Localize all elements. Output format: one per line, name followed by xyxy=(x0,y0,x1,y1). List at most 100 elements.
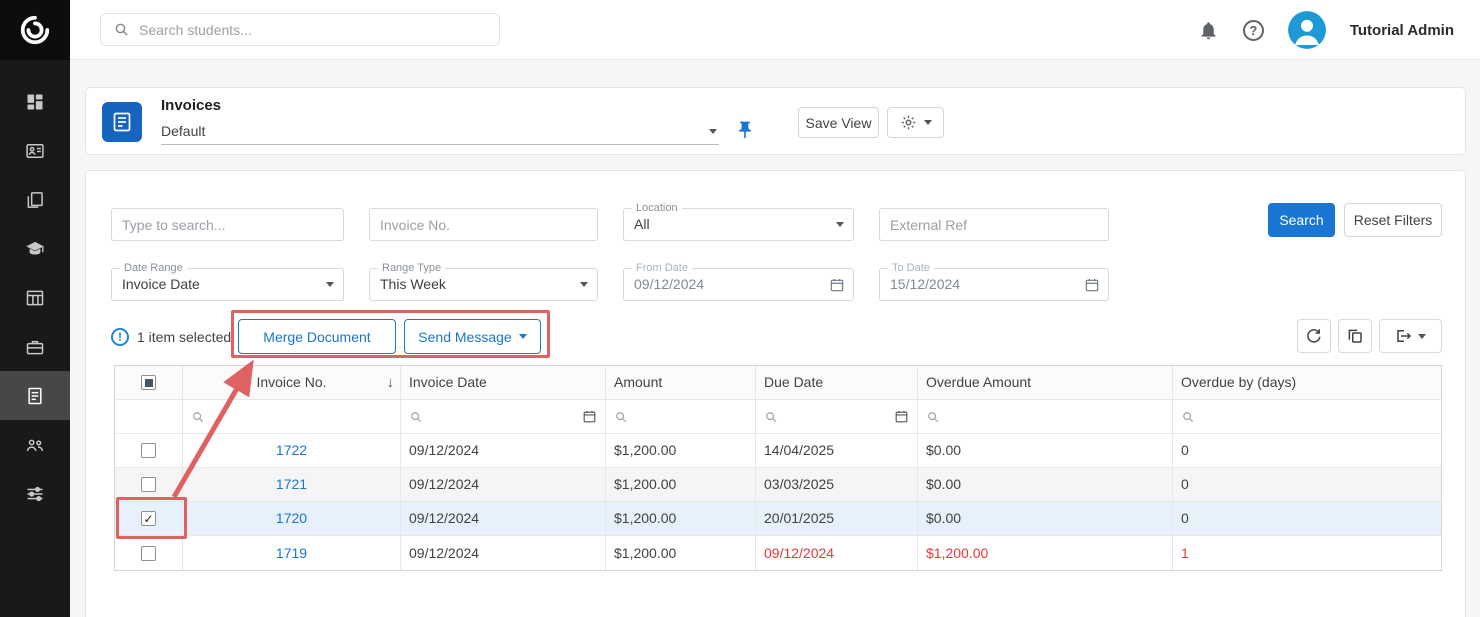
pin-view-button[interactable] xyxy=(731,116,759,144)
from-date-label: From Date xyxy=(632,262,692,274)
cell-overdue-days: 0 xyxy=(1173,468,1441,502)
copy-button[interactable] xyxy=(1338,319,1372,353)
sidebar-item-services[interactable] xyxy=(0,322,70,371)
sidebar-item-reports[interactable] xyxy=(0,273,70,322)
refresh-icon xyxy=(1305,327,1323,345)
row-checkbox-checked[interactable] xyxy=(141,511,156,526)
location-label: Location xyxy=(632,202,682,214)
app-logo[interactable] xyxy=(0,0,70,60)
table-row: 1722 09/12/2024 $1,200.00 14/04/2025 $0.… xyxy=(115,434,1441,468)
from-date-field[interactable]: From Date 09/12/2024 xyxy=(623,268,854,301)
cell-due-date: 03/03/2025 xyxy=(756,468,918,502)
keyword-search-input[interactable] xyxy=(111,208,344,241)
row-checkbox[interactable] xyxy=(141,546,156,561)
date-range-select[interactable]: Date Range Invoice Date xyxy=(111,268,344,301)
sidebar-item-students[interactable] xyxy=(0,126,70,175)
sidebar-item-groups[interactable] xyxy=(0,420,70,469)
calendar-icon[interactable] xyxy=(829,277,845,293)
calendar-icon[interactable] xyxy=(894,409,909,424)
user-name[interactable]: Tutorial Admin xyxy=(1350,22,1454,39)
row-checkbox[interactable] xyxy=(141,443,156,458)
sidebar-item-dashboard[interactable] xyxy=(0,77,70,126)
bell-icon[interactable] xyxy=(1198,20,1219,41)
table-row-overdue: 1719 09/12/2024 $1,200.00 09/12/2024 $1,… xyxy=(115,536,1441,570)
filter-amount[interactable] xyxy=(606,400,756,434)
row-checkbox-cell xyxy=(115,434,183,468)
date-range-label: Date Range xyxy=(120,262,187,274)
invoices-icon xyxy=(25,386,45,406)
table-row-selected: 1720 09/12/2024 $1,200.00 20/01/2025 $0.… xyxy=(115,502,1441,536)
row-checkbox[interactable] xyxy=(141,477,156,492)
invoices-table: Invoice No. ↓ Invoice Date Amount Due Da… xyxy=(114,365,1442,571)
calendar-icon[interactable] xyxy=(582,409,597,424)
filter-overdue-days[interactable] xyxy=(1173,400,1441,434)
main-content: Invoices Default Save View Location All … xyxy=(70,60,1480,617)
filter-due-date[interactable] xyxy=(756,400,918,434)
reports-icon xyxy=(25,288,45,308)
topbar-right: ? Tutorial Admin xyxy=(1198,0,1454,60)
invoice-no-input[interactable] xyxy=(369,208,598,241)
filter-invoice-date[interactable] xyxy=(401,400,606,434)
magnifier-icon xyxy=(409,410,423,424)
invoice-link[interactable]: 1721 xyxy=(276,468,307,501)
filter-overdue-amount[interactable] xyxy=(918,400,1173,434)
col-header-invoice-date[interactable]: Invoice Date xyxy=(401,366,606,400)
avatar[interactable] xyxy=(1288,11,1326,49)
help-icon[interactable]: ? xyxy=(1243,20,1264,41)
col-header-overdue-amount[interactable]: Overdue Amount xyxy=(918,366,1173,400)
select-all-checkbox[interactable] xyxy=(141,375,156,390)
student-search[interactable] xyxy=(100,13,500,46)
view-select[interactable]: Default xyxy=(161,119,719,145)
save-view-button[interactable]: Save View xyxy=(798,107,879,138)
invoices-tile-icon xyxy=(102,102,142,142)
filters-card: Location All Search Reset Filters Date R… xyxy=(85,170,1466,617)
pin-icon xyxy=(735,120,755,140)
cell-overdue-days: 0 xyxy=(1173,502,1441,536)
invoice-link[interactable]: 1719 xyxy=(276,537,307,570)
range-type-select[interactable]: Range Type This Week xyxy=(369,268,598,301)
search-input[interactable] xyxy=(139,22,487,38)
sidebar-item-settings[interactable] xyxy=(0,469,70,518)
view-settings-button[interactable] xyxy=(887,107,944,138)
merge-document-button[interactable]: Merge Document xyxy=(238,319,396,354)
external-ref-input[interactable] xyxy=(879,208,1109,241)
refresh-button[interactable] xyxy=(1297,319,1331,353)
row-checkbox-cell xyxy=(115,502,183,536)
invoice-link[interactable]: 1722 xyxy=(276,434,307,467)
students-icon xyxy=(25,141,45,161)
to-date-field[interactable]: To Date 15/12/2024 xyxy=(879,268,1109,301)
send-message-button[interactable]: Send Message xyxy=(404,319,541,354)
calendar-icon[interactable] xyxy=(1084,277,1100,293)
select-all-cell xyxy=(115,366,183,400)
cell-invoice-date: 09/12/2024 xyxy=(401,502,606,536)
sidebar-item-courses[interactable] xyxy=(0,224,70,273)
reset-filters-button[interactable]: Reset Filters xyxy=(1344,203,1442,237)
cell-amount: $1,200.00 xyxy=(606,434,756,468)
send-message-label: Send Message xyxy=(418,329,511,345)
invoice-link[interactable]: 1720 xyxy=(276,502,307,535)
sidebar-item-invoices[interactable] xyxy=(0,371,70,420)
cell-overdue-days: 0 xyxy=(1173,434,1441,468)
cell-invoice-date: 09/12/2024 xyxy=(401,536,606,570)
search-button[interactable]: Search xyxy=(1268,203,1335,237)
cell-due-date: 09/12/2024 xyxy=(756,536,918,570)
sidebar-item-documents[interactable] xyxy=(0,175,70,224)
magnifier-icon xyxy=(1181,410,1195,424)
export-button[interactable] xyxy=(1379,319,1442,353)
chevron-down-icon xyxy=(580,282,588,287)
col-header-due-date[interactable]: Due Date xyxy=(756,366,918,400)
chevron-down-icon xyxy=(326,282,334,287)
chevron-down-icon xyxy=(924,120,932,125)
col-header-invoice-no[interactable]: Invoice No. ↓ xyxy=(183,366,401,400)
location-select[interactable]: Location All xyxy=(623,208,854,241)
range-type-label: Range Type xyxy=(378,262,445,274)
magnifier-icon xyxy=(764,410,778,424)
groups-icon xyxy=(25,435,45,455)
page-title: Invoices xyxy=(161,97,221,114)
sort-desc-icon: ↓ xyxy=(387,366,395,399)
col-header-overdue-days[interactable]: Overdue by (days) xyxy=(1173,366,1441,400)
col-header-amount[interactable]: Amount xyxy=(606,366,756,400)
filter-invoice-no[interactable] xyxy=(183,400,401,434)
cell-overdue-amount: $0.00 xyxy=(918,434,1173,468)
cell-overdue-amount: $0.00 xyxy=(918,468,1173,502)
